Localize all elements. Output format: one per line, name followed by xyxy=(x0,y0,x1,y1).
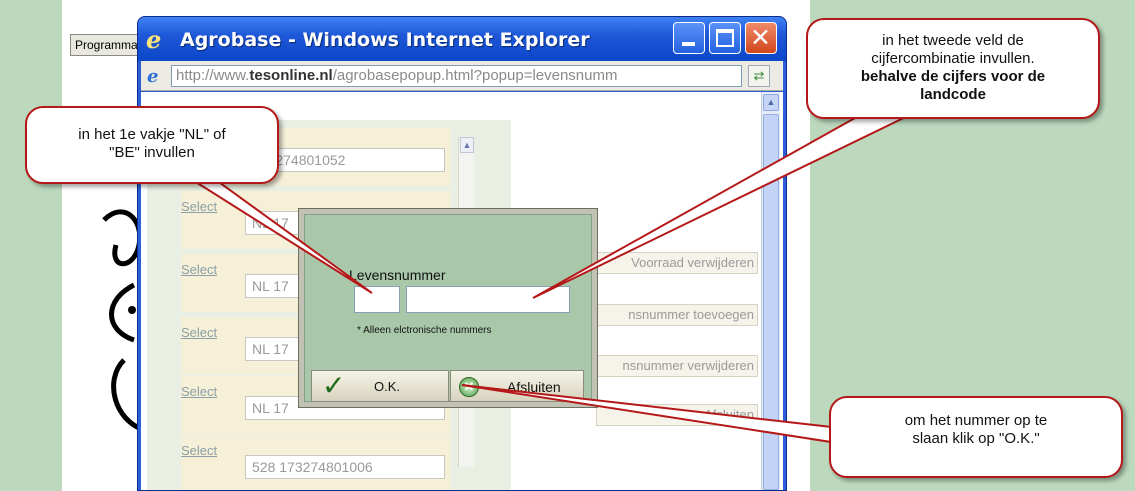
number-input[interactable] xyxy=(406,286,570,313)
callout-text: behalve de cijfers voor de xyxy=(860,68,1046,85)
country-code-input[interactable] xyxy=(354,286,400,313)
row-number-field: 528 173274801006 xyxy=(245,455,445,479)
address-bar: e http://www.tesonline.nl/agrobasepopup.… xyxy=(141,61,783,91)
close-icon: ✕ xyxy=(750,23,771,52)
list-item: Select 528 173274801006 xyxy=(181,435,451,490)
remove-stock-button[interactable]: Voorraad verwijderen xyxy=(596,252,758,274)
select-link[interactable]: Select xyxy=(181,443,217,458)
close-page-button[interactable]: Afsluiten xyxy=(596,404,758,426)
afsluiten-button[interactable]: ✕ Afsluiten xyxy=(450,370,584,402)
compatibility-icon[interactable]: ⇄ xyxy=(748,65,770,87)
ie-logo-icon: e xyxy=(146,25,162,54)
minimize-icon xyxy=(682,42,695,46)
ok-button[interactable]: ✓ O.K. xyxy=(311,369,449,402)
maximize-icon xyxy=(716,29,734,47)
minimize-button[interactable] xyxy=(673,22,705,54)
dialog-body: Levensnummer * Alleen elctronische numme… xyxy=(304,214,592,402)
url-host: http://www. xyxy=(176,67,250,84)
page-scrollbar[interactable]: ▲ xyxy=(761,92,780,490)
url-path: /agrobasepopup.html?popup=levensnumm xyxy=(332,67,618,84)
callout-text: "BE" invullen xyxy=(109,144,195,161)
maximize-button[interactable] xyxy=(709,22,741,54)
callout-number-field: in het tweede veld de cijfercombinatie i… xyxy=(806,18,1100,119)
select-link[interactable]: Select xyxy=(181,199,217,214)
callout-ok-button: om het nummer op te slaan klik op "O.K." xyxy=(829,396,1123,478)
callout-text: om het nummer op te xyxy=(904,412,1048,429)
afsluiten-label: Afsluiten xyxy=(507,379,561,395)
select-link[interactable]: Select xyxy=(181,325,217,340)
callout-text: cijfercombinatie invullen. xyxy=(871,50,1035,67)
ok-label: O.K. xyxy=(374,379,401,394)
callout-text: landcode xyxy=(920,86,986,103)
title-bar[interactable]: e Agrobase - Windows Internet Explorer ✕ xyxy=(138,17,786,61)
select-link[interactable]: Select xyxy=(181,384,217,399)
scroll-up-icon[interactable]: ▲ xyxy=(460,137,474,153)
close-circle-icon: ✕ xyxy=(459,377,479,397)
levensnummer-label: Levensnummer xyxy=(349,267,446,283)
scrollbar-thumb[interactable] xyxy=(763,114,779,490)
checkmark-icon: ✓ xyxy=(322,369,346,402)
callout-country-code: in het 1e vakje "NL" of "BE" invullen xyxy=(25,106,279,184)
page-icon: e xyxy=(147,66,159,87)
address-field[interactable]: http://www.tesonline.nl/agrobasepopup.ht… xyxy=(171,65,742,87)
remove-number-button[interactable]: nsnummer verwijderen xyxy=(596,355,758,377)
add-number-button[interactable]: nsnummer toevoegen xyxy=(596,304,758,326)
url-domain: tesonline.nl xyxy=(249,67,333,84)
scroll-up-icon[interactable]: ▲ xyxy=(763,94,779,111)
window-title: Agrobase - Windows Internet Explorer xyxy=(180,29,590,51)
levensnummer-dialog: Levensnummer * Alleen elctronische numme… xyxy=(298,208,598,408)
callout-text: in het 1e vakje "NL" of xyxy=(78,126,226,143)
callout-text: slaan klik op "O.K." xyxy=(912,430,1040,447)
select-link[interactable]: Select xyxy=(181,262,217,277)
callout-text: in het tweede veld de xyxy=(882,32,1024,49)
electronic-note: * Alleen elctronische nummers xyxy=(357,325,492,336)
close-window-button[interactable]: ✕ xyxy=(745,22,777,54)
